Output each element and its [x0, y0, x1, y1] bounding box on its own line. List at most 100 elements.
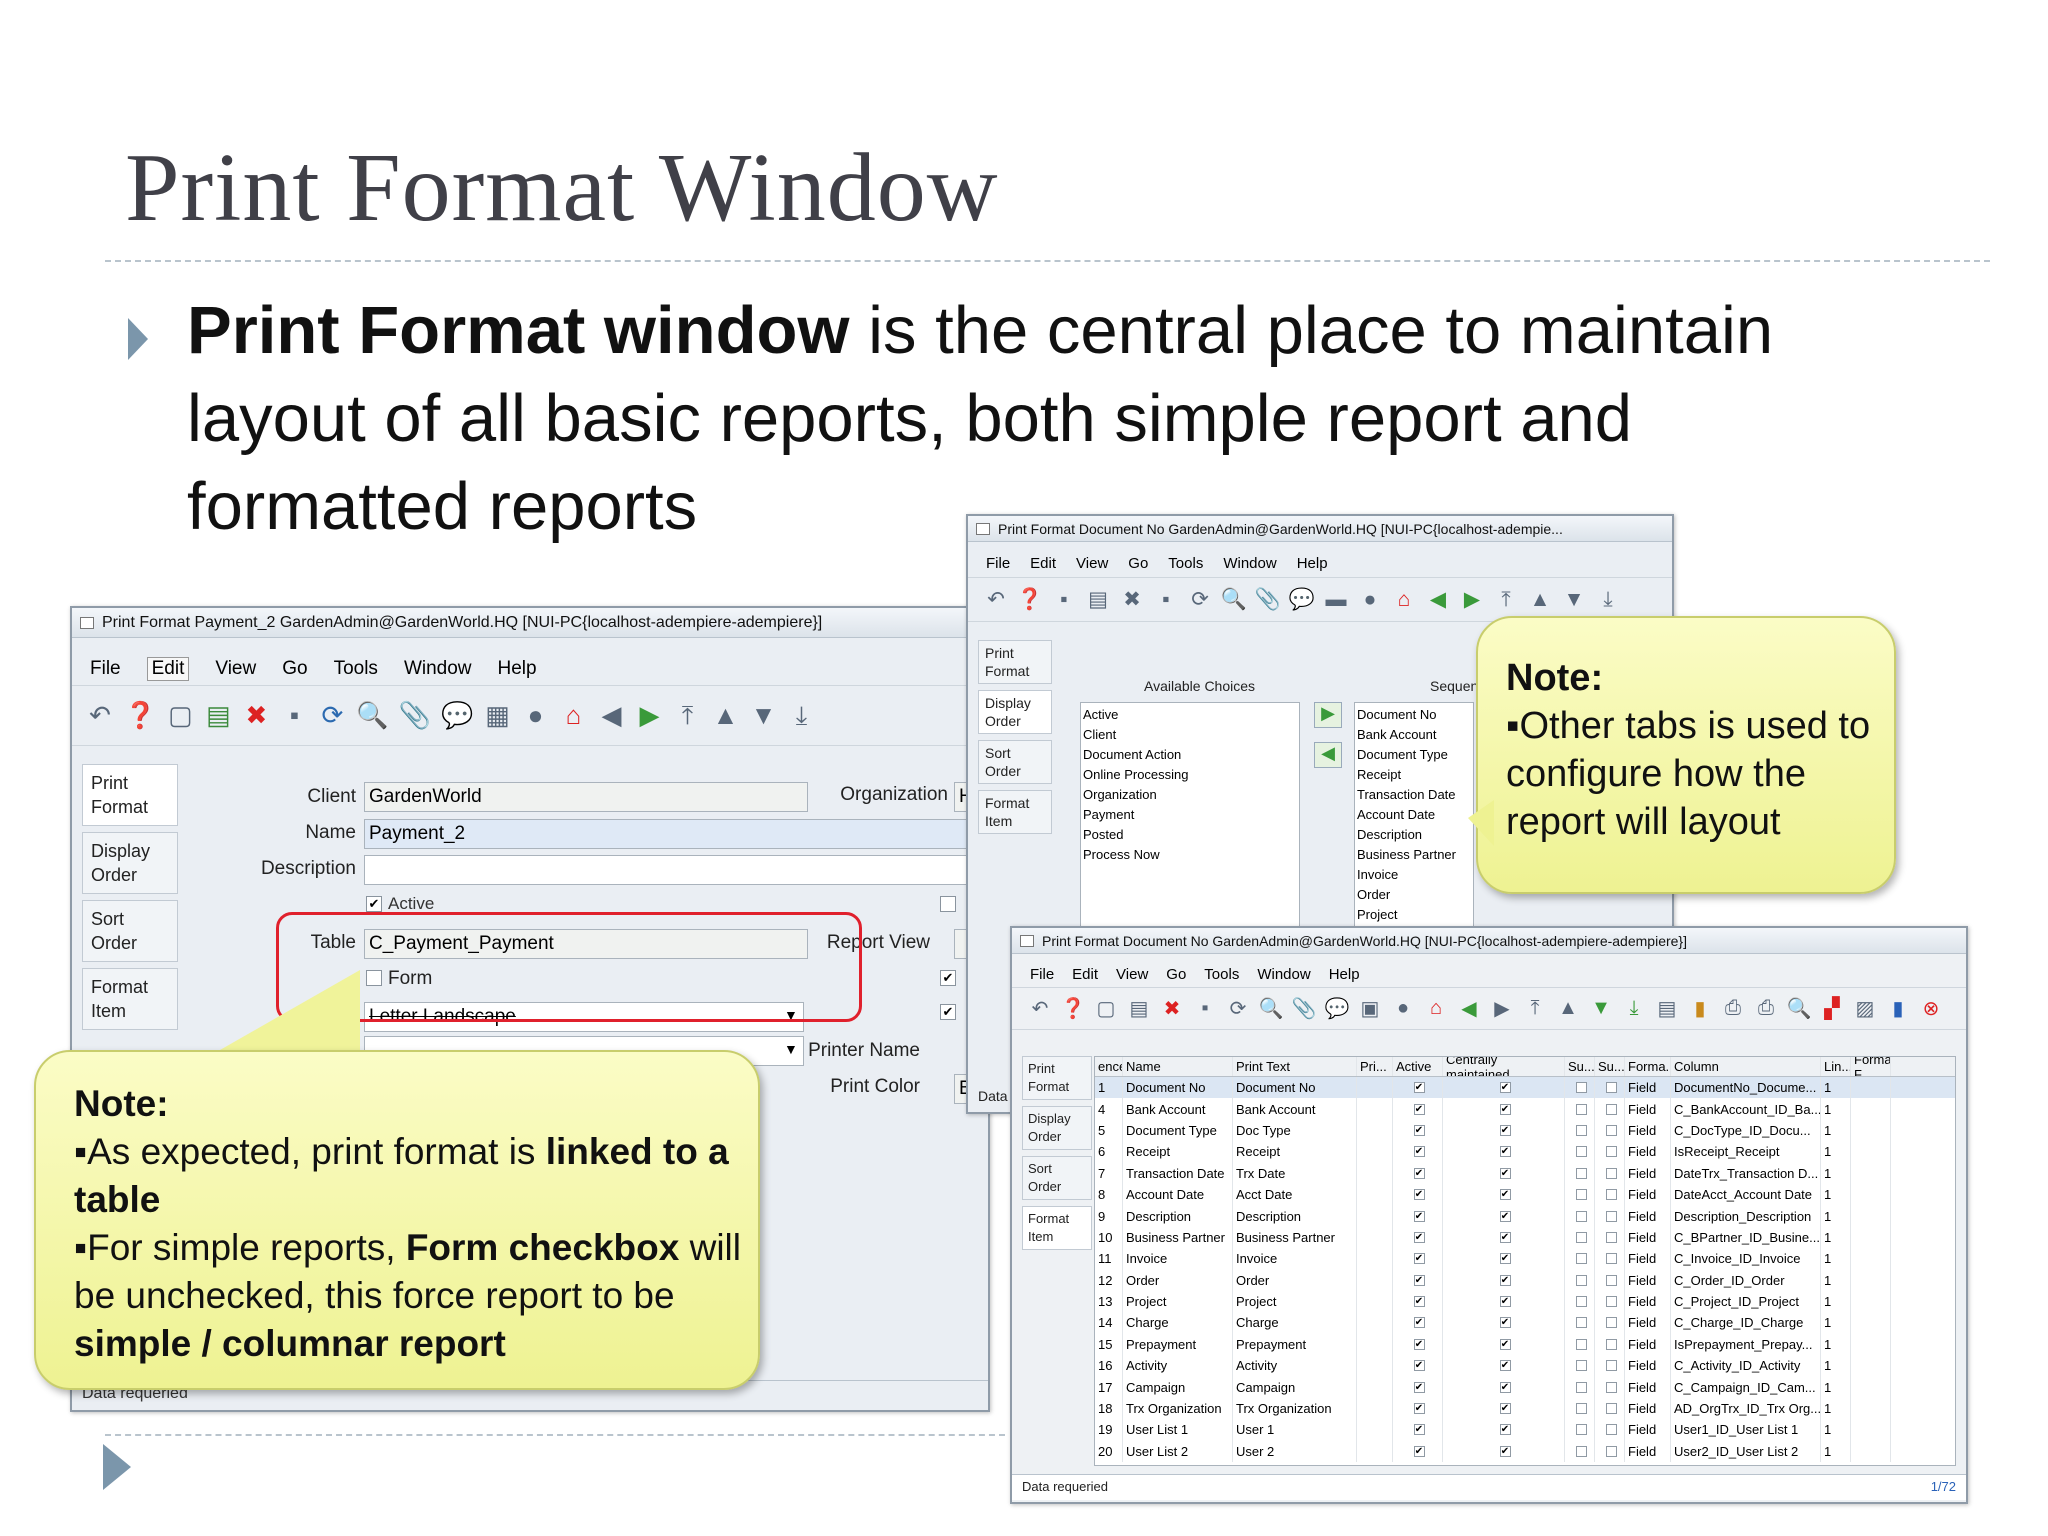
tab-format-item[interactable]: Format Item [1022, 1206, 1092, 1250]
table-row[interactable]: 7 Transaction Date Trx Date ✔ ✔ Field DateTrx_… [1095, 1162, 1955, 1184]
description-field[interactable] [364, 855, 988, 885]
grid-checkbox[interactable] [1575, 1103, 1587, 1115]
grid-checkbox[interactable]: ✔ [1413, 1317, 1425, 1329]
grid-checkbox[interactable]: ✔ [1499, 1338, 1511, 1350]
tab-sort-order[interactable]: Sort Order [978, 740, 1052, 784]
remove-from-sequence-button[interactable]: ◀ [1314, 742, 1342, 768]
grid-checkbox[interactable]: ✔ [1413, 1296, 1425, 1308]
column-header[interactable]: Active [1393, 1057, 1443, 1076]
tab-display-order[interactable]: Display Order [82, 832, 178, 894]
first-record-icon[interactable]: ⤒ [1521, 997, 1549, 1020]
grid-checkbox[interactable] [1575, 1296, 1587, 1308]
last-record-icon[interactable]: ⤓ [1620, 997, 1648, 1020]
available-choice-item[interactable]: Document Action [1083, 745, 1297, 765]
help-icon[interactable]: ❓ [1016, 588, 1044, 612]
tab-sort-order[interactable]: Sort Order [82, 900, 178, 962]
tab-print-format[interactable]: Print Format [978, 640, 1052, 684]
table-row[interactable]: 10 Business Partner Business Partner ✔ ✔ Fiel… [1095, 1226, 1955, 1249]
sequence-item[interactable]: Invoice [1357, 865, 1471, 885]
print-icon[interactable]: ⎙ [1752, 997, 1780, 1020]
save-icon[interactable]: ▪ [280, 700, 308, 731]
sequence-item[interactable]: Account Date [1357, 805, 1471, 825]
forward-icon[interactable]: ▶ [1488, 996, 1516, 1021]
column-header[interactable]: Column [1671, 1057, 1821, 1076]
grid-checkbox[interactable] [1605, 1210, 1617, 1222]
attachment-icon[interactable]: 📎 [1290, 996, 1318, 1021]
grid-checkbox[interactable]: ✔ [1499, 1167, 1511, 1179]
table-row[interactable]: 18 Trx Organization Trx Organization ✔ ✔ Fiel… [1095, 1397, 1955, 1420]
copy-record-icon[interactable]: ▤ [1125, 996, 1153, 1021]
attachment-icon[interactable]: 📎 [1254, 588, 1282, 612]
grid-checkbox[interactable] [1605, 1338, 1617, 1350]
table-row[interactable]: 13 Project Project ✔ ✔ Field C_Project_ID_Proj… [1095, 1290, 1955, 1313]
grid-checkbox[interactable] [1575, 1253, 1587, 1265]
available-choice-item[interactable]: Posted [1083, 825, 1297, 845]
refresh-icon[interactable]: ⟳ [1186, 587, 1214, 612]
table-row[interactable]: 12 Order Order ✔ ✔ Field C_Order_ID_Order 1 [1095, 1269, 1955, 1291]
grid-checkbox[interactable] [1605, 1103, 1617, 1115]
grid-checkbox[interactable] [1575, 1403, 1587, 1415]
grid-checkbox[interactable]: ✔ [1413, 1082, 1425, 1094]
menu-tools[interactable]: Tools [334, 658, 378, 680]
sequence-item[interactable]: Order [1357, 885, 1471, 905]
grid-checkbox[interactable] [1575, 1317, 1587, 1329]
undo-icon[interactable]: ↶ [86, 700, 114, 731]
grid-checkbox[interactable]: ✔ [1499, 1445, 1511, 1457]
grid-checkbox[interactable] [1575, 1082, 1587, 1094]
column-header[interactable]: Forma... [1625, 1057, 1671, 1076]
menu-window[interactable]: Window [404, 658, 472, 680]
option-checkbox-2[interactable]: ✔ [940, 970, 956, 986]
grid-checkbox[interactable] [1605, 1445, 1617, 1457]
next-record-icon[interactable]: ▼ [750, 700, 778, 731]
archive-icon[interactable]: ▮ [1686, 996, 1714, 1021]
grid-checkbox[interactable]: ✔ [1499, 1296, 1511, 1308]
grid-toggle-icon[interactable]: ▣ [1356, 996, 1384, 1021]
grid-checkbox[interactable] [1575, 1381, 1587, 1393]
grid-checkbox[interactable] [1605, 1189, 1617, 1201]
first-record-icon[interactable]: ⤒ [1492, 588, 1520, 612]
grid-toggle-icon[interactable]: ▬ [1322, 588, 1350, 612]
chat-icon[interactable]: 💬 [1288, 588, 1316, 612]
refresh-icon[interactable]: ⟳ [318, 700, 346, 731]
tab-print-format[interactable]: Print Format [1022, 1056, 1092, 1100]
menu-view[interactable]: View [1116, 966, 1148, 983]
menu-view[interactable]: View [1076, 555, 1108, 572]
menu-file[interactable]: File [986, 555, 1010, 572]
grid-checkbox[interactable]: ✔ [1413, 1146, 1425, 1158]
grid-checkbox[interactable] [1575, 1274, 1587, 1286]
grid-checkbox[interactable] [1605, 1231, 1617, 1243]
menu-go[interactable]: Go [282, 658, 307, 680]
previous-record-icon[interactable]: ▲ [1526, 588, 1554, 612]
grid-checkbox[interactable]: ✔ [1499, 1381, 1511, 1393]
option-checkbox-3[interactable]: ✔ [940, 1004, 956, 1020]
refresh-icon[interactable]: ⟳ [1224, 996, 1252, 1021]
grid-checkbox[interactable] [1575, 1189, 1587, 1201]
history-icon[interactable]: ● [1389, 997, 1417, 1020]
undo-icon[interactable]: ↶ [982, 587, 1010, 612]
last-record-icon[interactable]: ⤓ [788, 700, 816, 732]
grid-checkbox[interactable]: ✔ [1499, 1210, 1511, 1222]
find-icon[interactable]: 🔍 [1257, 996, 1285, 1021]
next-record-icon[interactable]: ▼ [1560, 588, 1588, 612]
menu-edit[interactable]: Edit [1072, 966, 1098, 983]
grid-checkbox[interactable] [1575, 1146, 1587, 1158]
tab-display-order[interactable]: Display Order [1022, 1106, 1092, 1150]
column-header[interactable]: ence [1095, 1057, 1123, 1076]
grid-checkbox[interactable] [1575, 1124, 1587, 1136]
table-row[interactable]: 9 Description Description ✔ ✔ Field Descriptio… [1095, 1205, 1955, 1227]
delete-icon[interactable]: ✖ [1118, 587, 1146, 612]
grid-checkbox[interactable] [1575, 1360, 1587, 1372]
available-choice-item[interactable]: Online Processing [1083, 765, 1297, 785]
new-record-icon[interactable]: ▢ [1092, 996, 1120, 1021]
grid-checkbox[interactable]: ✔ [1499, 1231, 1511, 1243]
request-icon[interactable]: ▨ [1851, 996, 1879, 1021]
product-info-icon[interactable]: ▮ [1884, 996, 1912, 1021]
grid-checkbox[interactable]: ✔ [1413, 1274, 1425, 1286]
column-header[interactable]: Print Text [1233, 1057, 1357, 1076]
menu-tools[interactable]: Tools [1204, 966, 1239, 983]
table-row[interactable]: 6 Receipt Receipt ✔ ✔ Field IsReceipt_Receipt 1 [1095, 1141, 1955, 1163]
sequence-item[interactable]: Transaction Date [1357, 785, 1471, 805]
first-record-icon[interactable]: ⤒ [674, 700, 702, 732]
back-icon[interactable]: ◀ [1455, 996, 1483, 1021]
sequence-item[interactable]: Document No [1357, 705, 1471, 725]
